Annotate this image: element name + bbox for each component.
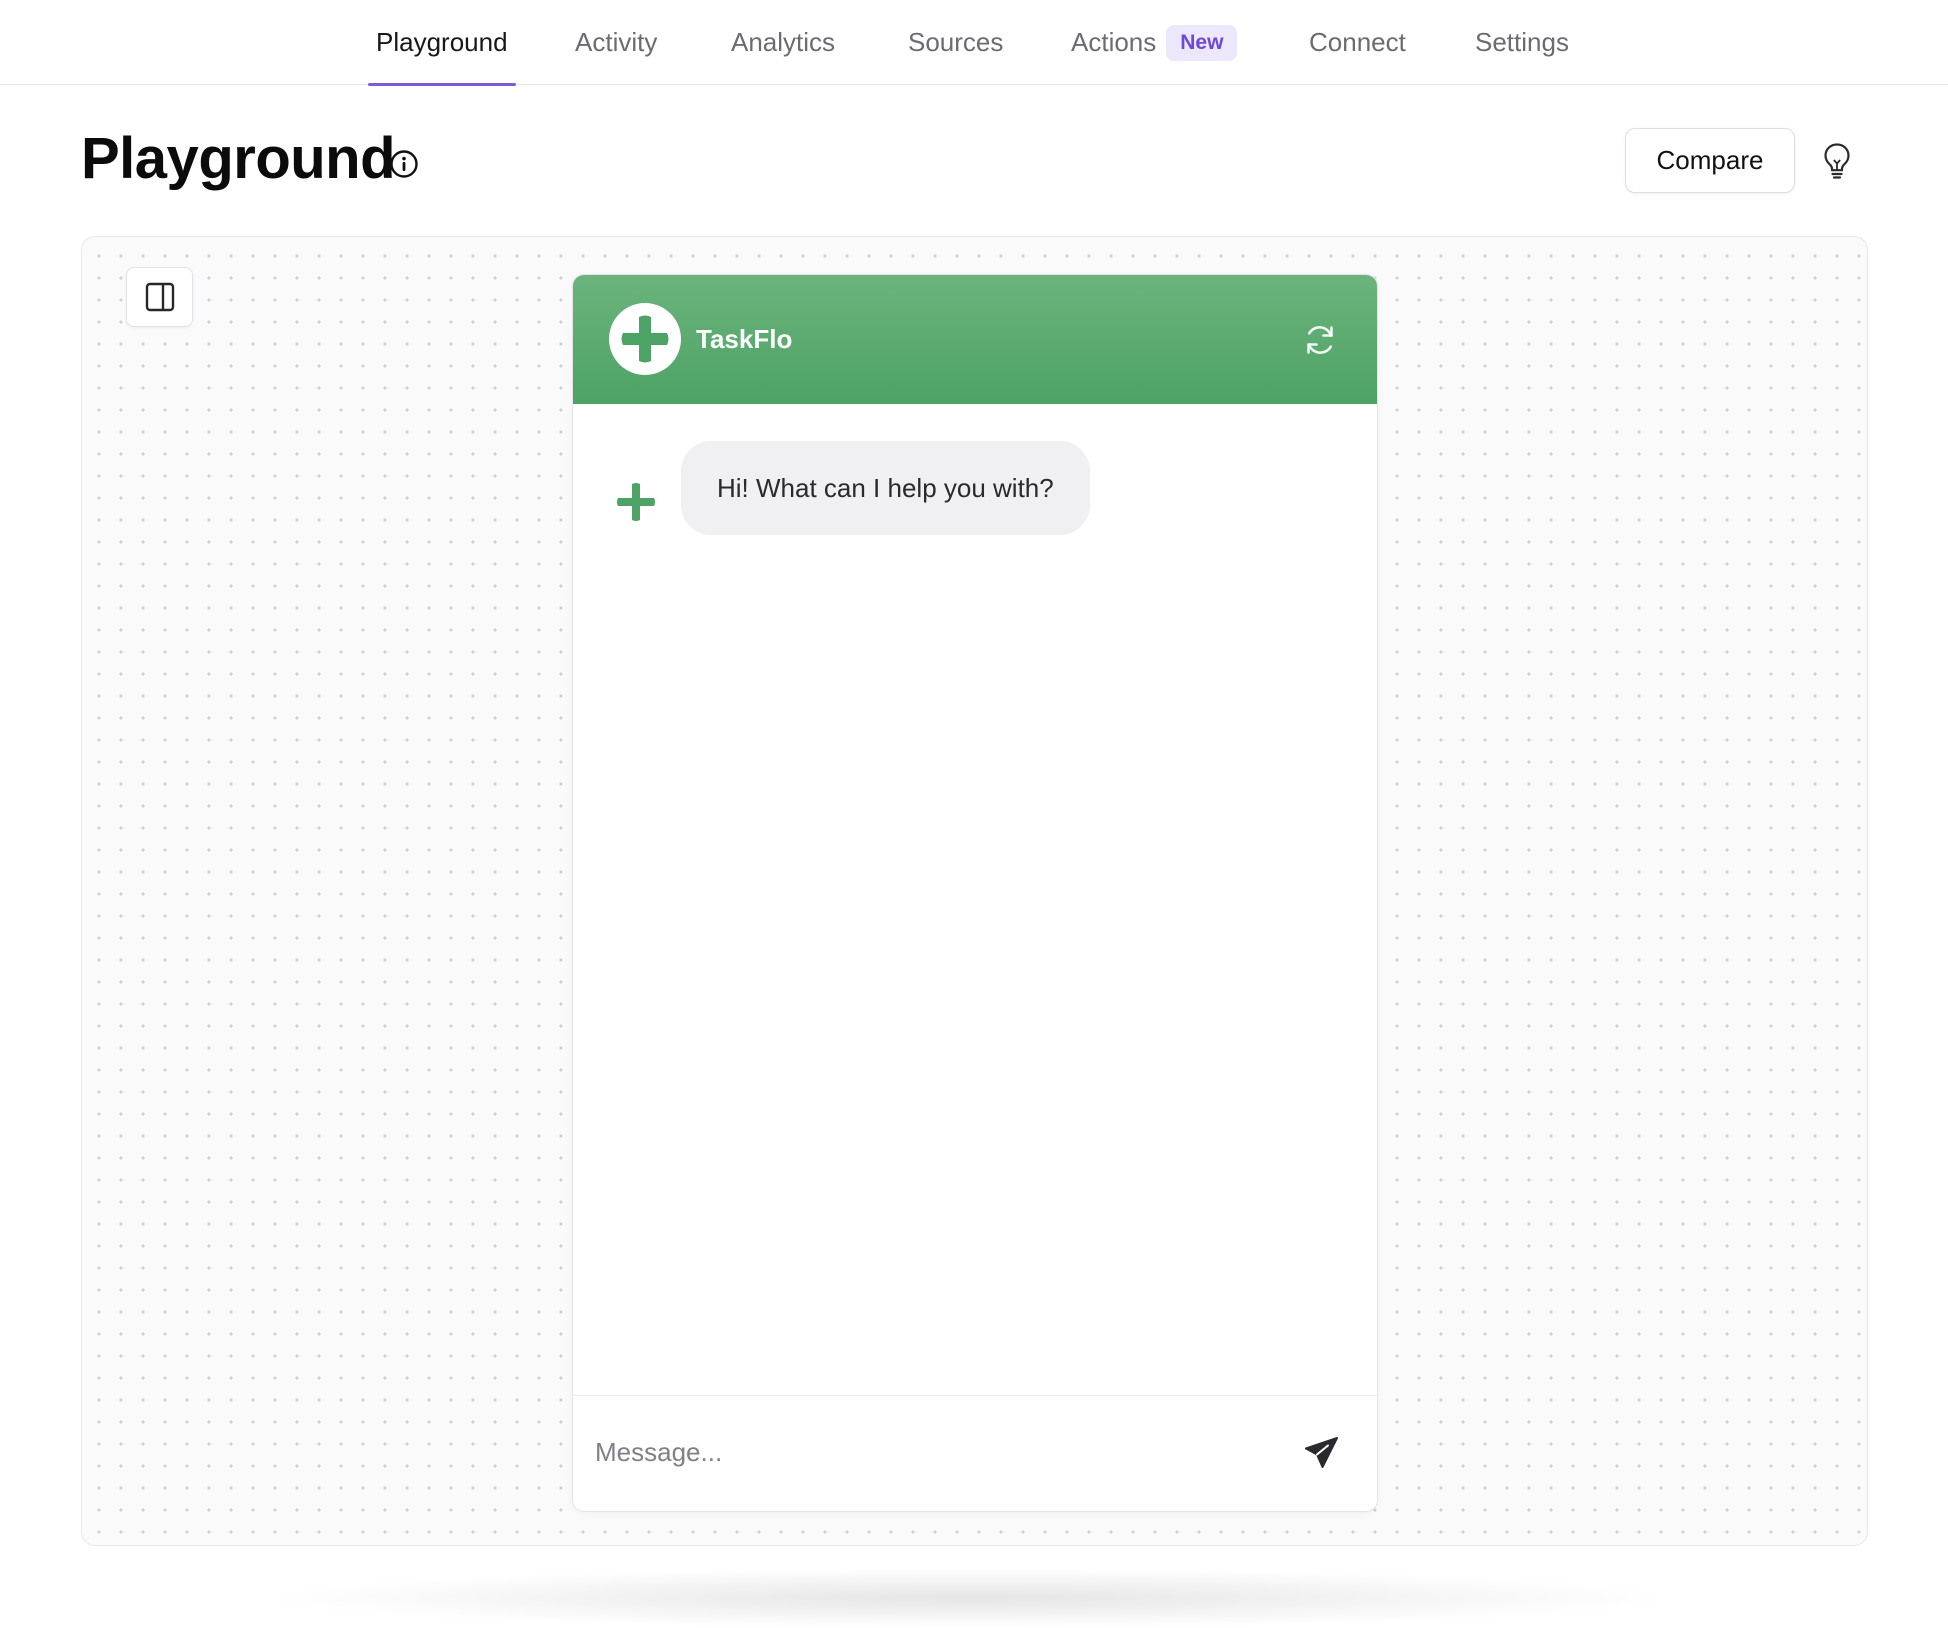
tab-settings[interactable]: Settings [1475,0,1569,85]
info-icon[interactable] [389,149,419,179]
tab-label: Sources [908,27,1004,57]
tab-activity[interactable]: Activity [575,0,657,85]
playground-canvas: TaskFlo Hi! What can I help you with? [81,236,1868,1546]
tab-label: Activity [575,27,658,57]
message-input[interactable] [595,1422,1255,1482]
new-badge: New [1166,24,1238,61]
compare-button[interactable]: Compare [1625,128,1795,193]
page-bottom-shadow [260,1568,1680,1628]
tab-label: Settings [1475,27,1569,57]
chat-header: TaskFlo [573,275,1377,404]
bot-message-avatar [617,483,655,521]
chat-widget: TaskFlo Hi! What can I help you with? [572,274,1378,1512]
tab-label: Connect [1309,27,1406,57]
sidebar-panel-icon [145,282,174,312]
top-nav: Playground Activity Analytics Sources Ac… [0,0,1948,86]
send-icon[interactable] [1301,1434,1341,1474]
green-cross-logo [621,315,669,363]
chat-composer [573,1395,1377,1511]
tips-button[interactable] [1816,140,1858,182]
tab-label: Analytics [731,27,836,57]
bot-avatar [609,303,681,375]
tab-actions[interactable]: Actions New [1071,0,1238,85]
tab-label: Playground [376,27,508,57]
tab-analytics[interactable]: Analytics [731,0,835,85]
lightbulb-icon [1824,143,1850,179]
bot-message-text: Hi! What can I help you with? [717,472,1054,503]
tab-playground[interactable]: Playground [368,0,516,86]
sidebar-toggle-button[interactable] [126,267,193,327]
bot-message-bubble: Hi! What can I help you with? [681,441,1090,535]
tab-connect[interactable]: Connect [1309,0,1406,85]
refresh-icon[interactable] [1301,321,1339,359]
bot-name: TaskFlo [696,324,793,354]
tab-sources[interactable]: Sources [908,0,1003,85]
page-title: Playground [81,126,396,191]
tab-label: Actions [1071,27,1157,57]
